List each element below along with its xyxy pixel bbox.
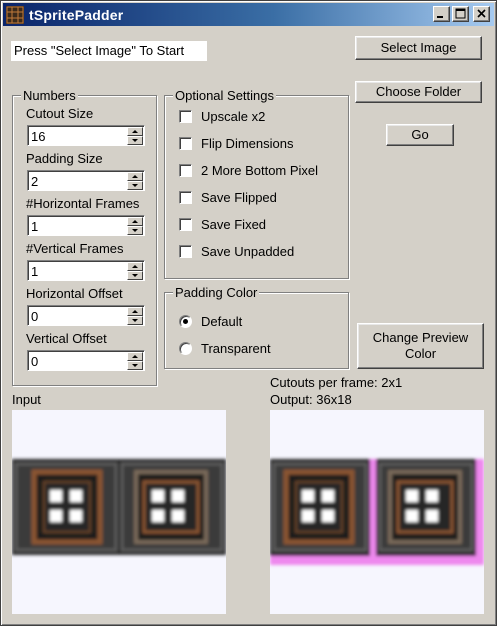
padding-size-spinner (27, 170, 145, 191)
horizontal-frames-input[interactable] (30, 218, 126, 234)
horizontal-frames-up-button[interactable] (127, 217, 143, 226)
maximize-icon (455, 8, 466, 19)
title-bar[interactable]: tSpritePadder (3, 3, 494, 26)
horizontal-offset-down-button[interactable] (127, 316, 143, 325)
cutout-size-up-button[interactable] (127, 127, 143, 136)
minimize-button[interactable] (433, 6, 450, 22)
arrow-down-icon (132, 139, 138, 142)
change-preview-color-button[interactable]: Change Preview Color (357, 323, 484, 369)
vertical-offset-down-button[interactable] (127, 361, 143, 370)
arrow-up-icon (132, 310, 138, 313)
app-grid-icon (6, 6, 24, 24)
save-flipped-label: Save Flipped (201, 190, 277, 205)
flip-dimensions-checkbox[interactable] (179, 137, 192, 150)
numbers-group: Numbers Cutout Size Padding Size #Horizo… (12, 88, 157, 386)
select-image-button[interactable]: Select Image (355, 36, 482, 60)
flip-dimensions-label: Flip Dimensions (201, 136, 294, 151)
padding-color-group: Padding Color Default Transparent (164, 285, 349, 369)
vertical-frames-spinner (27, 260, 145, 281)
transparent-padding-radio[interactable] (179, 342, 192, 355)
save-flipped-checkbox[interactable] (179, 191, 192, 204)
cutouts-per-frame-text: Cutouts per frame: 2x1 (270, 375, 403, 390)
padding-size-input[interactable] (30, 173, 126, 189)
arrow-up-icon (132, 175, 138, 178)
padding-size-label: Padding Size (26, 151, 103, 166)
numbers-legend: Numbers (21, 88, 78, 103)
output-sprite-image (270, 459, 484, 565)
maximize-button[interactable] (452, 6, 469, 22)
vertical-offset-label: Vertical Offset (26, 331, 107, 346)
default-padding-label: Default (201, 314, 243, 329)
vertical-frames-label: #Vertical Frames (26, 241, 124, 256)
change-preview-color-label-1: Change Preview (372, 330, 469, 346)
vertical-offset-spinner (27, 350, 145, 371)
upscale-label: Upscale x2 (201, 109, 266, 124)
input-sprite-image (12, 459, 226, 555)
default-padding-radio[interactable] (179, 315, 192, 328)
vertical-frames-up-button[interactable] (127, 262, 143, 271)
optional-settings-group: Optional Settings Upscale x2 Flip Dimens… (164, 88, 349, 279)
window-title: tSpritePadder (29, 7, 124, 23)
bottom-pixel-label: 2 More Bottom Pixel (201, 163, 319, 178)
optional-settings-legend: Optional Settings (173, 88, 277, 103)
arrow-up-icon (132, 130, 138, 133)
arrow-down-icon (132, 274, 138, 277)
close-icon (477, 9, 486, 18)
output-preview (270, 410, 484, 614)
horizontal-offset-up-button[interactable] (127, 307, 143, 316)
output-size-text: Output: 36x18 (270, 392, 352, 407)
horizontal-offset-label: Horizontal Offset (26, 286, 123, 301)
app-window: tSpritePadder Press "Select Image" To St… (0, 0, 497, 626)
save-fixed-label: Save Fixed (201, 217, 267, 232)
horizontal-frames-spinner (27, 215, 145, 236)
upscale-checkbox[interactable] (179, 110, 192, 123)
choose-folder-button[interactable]: Choose Folder (355, 81, 482, 103)
vertical-frames-input[interactable] (30, 263, 126, 279)
horizontal-offset-spinner (27, 305, 145, 326)
save-unpadded-checkbox[interactable] (179, 245, 192, 258)
cutout-size-input[interactable] (30, 128, 126, 144)
input-label: Input (12, 392, 41, 407)
arrow-down-icon (132, 364, 138, 367)
arrow-up-icon (132, 265, 138, 268)
arrow-up-icon (132, 355, 138, 358)
horizontal-offset-input[interactable] (30, 308, 126, 324)
cutout-size-spinner (27, 125, 145, 146)
horizontal-frames-label: #Horizontal Frames (26, 196, 140, 211)
arrow-up-icon (132, 220, 138, 223)
vertical-frames-down-button[interactable] (127, 271, 143, 280)
radio-selected-dot (183, 319, 188, 324)
vertical-offset-up-button[interactable] (127, 352, 143, 361)
horizontal-frames-down-button[interactable] (127, 226, 143, 235)
minimize-icon (437, 16, 443, 18)
input-preview (12, 410, 226, 614)
arrow-down-icon (132, 184, 138, 187)
go-button[interactable]: Go (386, 124, 454, 146)
cutout-size-down-button[interactable] (127, 136, 143, 145)
arrow-down-icon (132, 229, 138, 232)
padding-color-legend: Padding Color (173, 285, 260, 300)
save-unpadded-label: Save Unpadded (201, 244, 295, 259)
transparent-padding-label: Transparent (201, 341, 271, 356)
change-preview-color-label-2: Color (404, 346, 437, 361)
bottom-pixel-checkbox[interactable] (179, 164, 192, 177)
status-message: Press "Select Image" To Start (11, 41, 207, 61)
padding-size-down-button[interactable] (127, 181, 143, 190)
close-button[interactable] (473, 6, 490, 22)
cutout-size-label: Cutout Size (26, 106, 94, 121)
save-fixed-checkbox[interactable] (179, 218, 192, 231)
arrow-down-icon (132, 319, 138, 322)
vertical-offset-input[interactable] (30, 353, 126, 369)
padding-size-up-button[interactable] (127, 172, 143, 181)
